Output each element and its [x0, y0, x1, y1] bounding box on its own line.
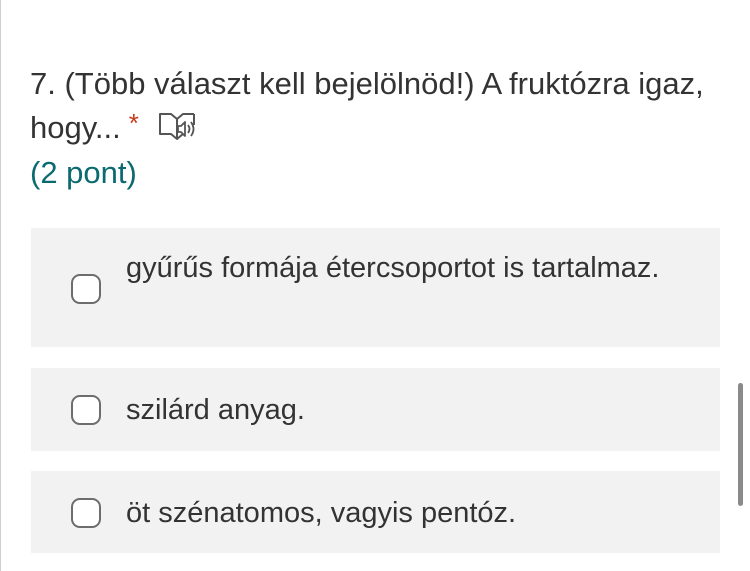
- checkbox-2[interactable]: [71, 395, 101, 425]
- checkbox-3[interactable]: [71, 498, 101, 528]
- option-3-label[interactable]: öt szénatomos, vagyis pentóz.: [126, 493, 686, 533]
- page-left-border: [0, 0, 1, 571]
- option-2[interactable]: szilárd anyag.: [31, 368, 720, 451]
- required-asterisk: *: [128, 108, 139, 138]
- speaker-icon[interactable]: [157, 108, 199, 154]
- option-1[interactable]: gyűrűs formája étercsoportot is tartalma…: [31, 228, 720, 347]
- scrollbar[interactable]: [738, 383, 743, 506]
- question-title: 7. (Több választ kell bejelölnöd!) A fru…: [30, 62, 720, 154]
- option-1-label[interactable]: gyűrűs formája étercsoportot is tartalma…: [126, 248, 686, 288]
- question-points: (2 pont): [30, 155, 137, 190]
- option-3[interactable]: öt szénatomos, vagyis pentóz.: [31, 471, 720, 553]
- option-2-label[interactable]: szilárd anyag.: [126, 390, 686, 430]
- checkbox-1[interactable]: [71, 274, 101, 304]
